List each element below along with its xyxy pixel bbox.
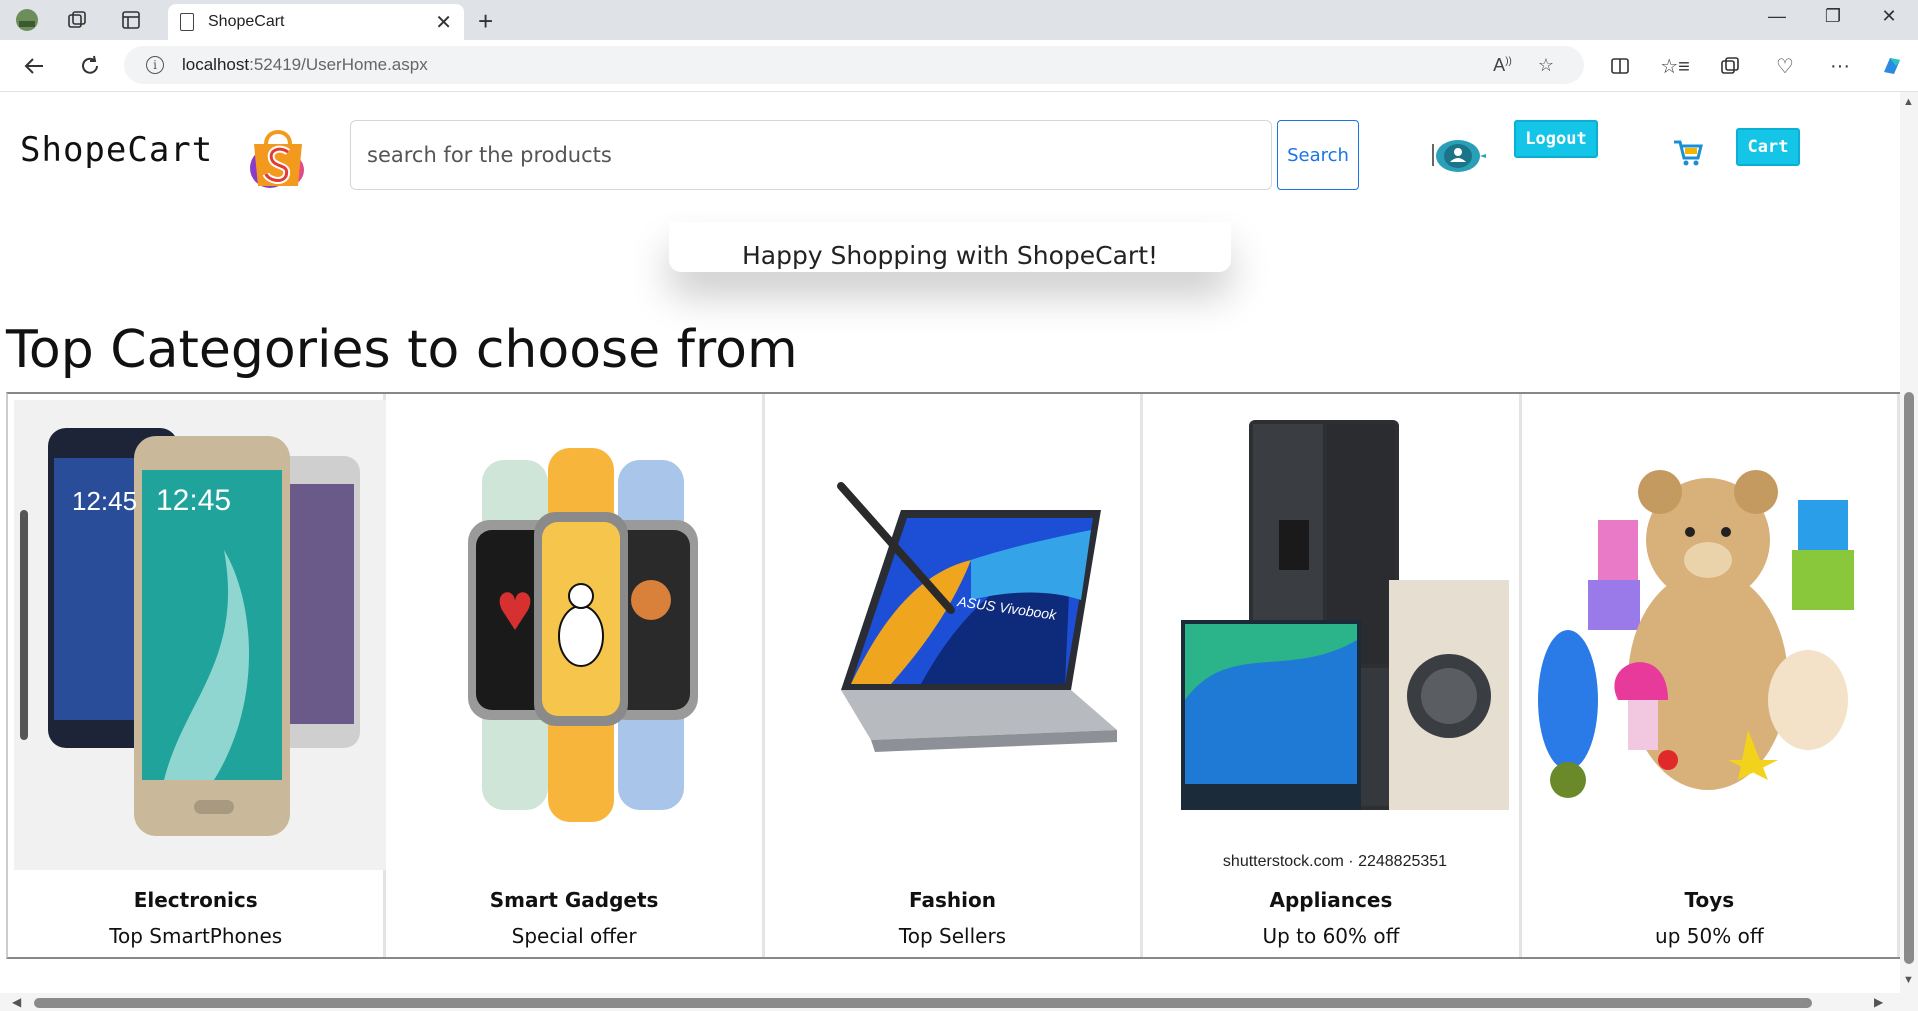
category-card-smart-gadgets[interactable]: Smart Gadgets Special offer [386,394,765,957]
browser-tab-active[interactable]: ShopeCart ✕ [168,4,464,40]
toys-image [1528,400,1900,870]
scroll-up-arrow-icon[interactable]: ▲ [1903,96,1914,108]
workspaces-icon[interactable] [64,7,90,33]
favorite-star-icon[interactable]: ☆ [1538,55,1554,76]
category-name[interactable]: Appliances [1143,888,1518,912]
copilot-icon[interactable] [1876,50,1908,82]
vertical-scrollbar[interactable]: ▲ ▼ [1900,92,1918,1011]
phone-clock-left: 12:45 [72,486,137,516]
address-bar-row: i localhost:52419/UserHome.aspx A)) ☆ ☆≡… [0,40,1918,92]
profile-avatar-icon[interactable] [14,7,40,33]
url-host: localhost [182,55,250,74]
category-card-electronics[interactable]: 12:45 12:45 Electronics Top SmartPhones [8,394,387,957]
brand-name[interactable]: ShopeCart [20,130,213,170]
minimize-icon[interactable]: — [1762,6,1792,27]
more-menu-icon[interactable]: ··· [1824,50,1856,82]
category-subtitle: Special offer [511,924,637,948]
restore-icon[interactable]: ❐ [1818,6,1848,27]
site-info-icon[interactable]: i [146,56,164,74]
url-path: :52419/UserHome.aspx [249,55,428,74]
category-subtitle: Top SmartPhones [109,924,283,948]
page-icon [180,13,194,31]
horizontal-scroll-thumb[interactable] [34,998,1812,1008]
page-content: ShopeCart Search Logout Cart Happy Shopp… [0,92,1918,1011]
browser-tab-bar: ShopeCart ✕ + — ❐ ✕ [0,0,1918,40]
category-subtitle: Up to 60% off [1262,924,1400,948]
category-card-toys[interactable]: Toys up 50% off [1521,394,1901,957]
category-name[interactable]: Fashion [765,888,1140,912]
phone-clock-center: 12:45 [156,484,231,517]
category-subtitle: up 50% off [1655,924,1764,948]
image-watermark: shutterstock.com · 2248825351 [1223,853,1447,870]
user-profile-icon[interactable] [1432,138,1488,174]
scroll-left-arrow-icon[interactable]: ◀ [12,995,21,1009]
favorites-icon[interactable]: ☆≡ [1659,50,1691,82]
welcome-banner: Happy Shopping with ShopeCart! [669,222,1231,272]
new-tab-button[interactable]: + [478,6,493,37]
smartwatches-image [392,400,764,870]
shopping-cart-icon[interactable] [1672,136,1704,168]
scroll-right-arrow-icon[interactable]: ▶ [1874,995,1883,1009]
category-subtitle: Top Sellers [898,924,1007,948]
category-list: 12:45 12:45 Electronics Top SmartPhones [6,392,1901,959]
tab-actions-icon[interactable] [118,7,144,33]
laptop-image: ASUS Vivobook [771,400,1143,870]
cart-button[interactable]: Cart [1736,128,1800,166]
search-button[interactable]: Search [1277,120,1359,190]
window-close-icon[interactable]: ✕ [1874,6,1904,27]
close-tab-icon[interactable]: ✕ [435,10,452,35]
collections-icon[interactable] [1714,50,1746,82]
category-card-appliances[interactable]: shutterstock.com · 2248825351 Appliances… [1143,394,1522,957]
category-name[interactable]: Smart Gadgets [386,888,761,912]
category-name[interactable]: Toys [1522,888,1897,912]
logout-button[interactable]: Logout [1514,120,1598,158]
browser-essentials-icon[interactable]: ♡ [1769,50,1801,82]
tab-title: ShopeCart [208,13,285,30]
split-screen-icon[interactable] [1604,50,1636,82]
url-field[interactable]: i localhost:52419/UserHome.aspx A)) ☆ [124,46,1584,84]
smartphones-image: 12:45 12:45 [14,400,386,870]
scroll-down-arrow-icon[interactable]: ▼ [1903,974,1914,986]
back-arrow-icon[interactable] [18,50,50,82]
category-name[interactable]: Electronics [8,888,383,912]
read-aloud-icon[interactable]: A)) [1493,55,1512,76]
search-input[interactable] [350,120,1272,190]
vertical-scroll-thumb[interactable] [1904,392,1914,964]
appliances-image: shutterstock.com · 2248825351 [1149,400,1521,870]
category-card-fashion[interactable]: ASUS Vivobook Fashion Top Sellers [764,394,1144,957]
section-title: Top Categories to choose from [6,320,798,380]
horizontal-scrollbar[interactable]: ◀ ▶ [0,993,1900,1011]
shopecart-logo-icon[interactable] [240,118,316,194]
refresh-icon[interactable] [74,50,106,82]
